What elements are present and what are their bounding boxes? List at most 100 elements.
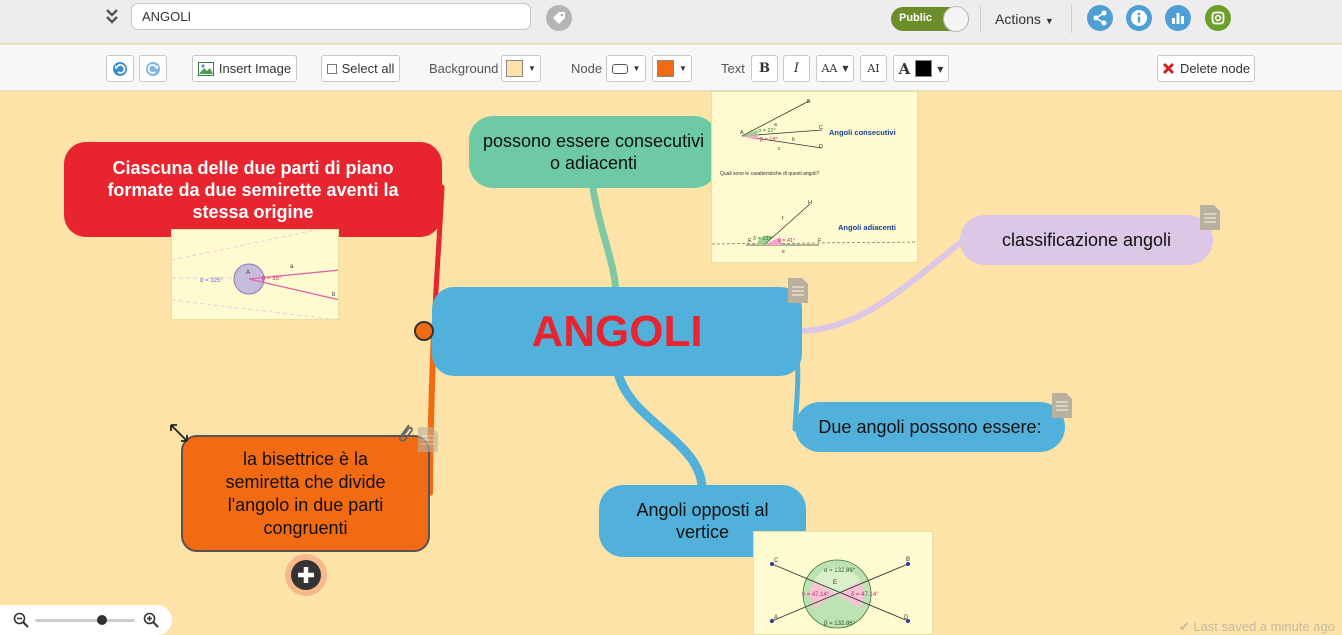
toggle-knob [943, 6, 969, 32]
select-all-button[interactable]: Select all [321, 55, 400, 82]
adjacent-point-f: F [818, 238, 822, 244]
save-status: ✔ Last saved a minute ago [1179, 619, 1335, 635]
node-drag-handle[interactable] [414, 321, 434, 341]
double-chevron-down-icon[interactable] [102, 8, 122, 30]
note-icon[interactable] [788, 278, 808, 303]
zoom-slider-track[interactable] [35, 619, 135, 622]
adjacent-point-h: H [808, 200, 812, 206]
undo-icon [113, 61, 127, 76]
present-icon[interactable] [1205, 5, 1231, 31]
adjacent-delta: δ = 139° [753, 236, 774, 242]
delete-node-label: Delete node [1179, 61, 1251, 76]
link-opposite [613, 368, 707, 492]
central-node-label: ANGOLI [531, 306, 703, 356]
central-node[interactable]: ANGOLI [432, 287, 802, 376]
node-color-picker[interactable]: ▼ [652, 55, 692, 82]
map-title-input[interactable] [131, 3, 531, 30]
public-toggle[interactable]: Public [891, 6, 969, 32]
consecutive-question: Quali sono le caratteristiche di questi … [720, 171, 819, 177]
adjacent-title: Angoli adiacenti [838, 223, 896, 232]
zoom-slider-handle[interactable] [97, 615, 107, 625]
text-color-swatch [915, 60, 933, 77]
consecutive-image[interactable]: A B C D a b c α = 22° β = 18° Angoli con… [711, 91, 918, 263]
caret-down-icon: ▼ [842, 64, 849, 73]
definition-node-label: Ciascuna delle due parti di piano format… [107, 157, 399, 222]
node-shape-swatch [611, 63, 628, 74]
zoom-out-icon[interactable] [13, 612, 29, 628]
paperclip-icon[interactable] [394, 421, 416, 447]
bold-glyph: B [759, 61, 770, 76]
node-shape-picker[interactable]: ▼ [606, 55, 646, 82]
definition-beta: β = 35° [262, 276, 282, 282]
background-color-picker[interactable]: ▼ [501, 55, 541, 82]
definition-vertex: A [246, 270, 250, 276]
consecutive-title: Angoli consecutivi [829, 128, 896, 137]
stats-icon[interactable] [1165, 5, 1191, 31]
bisector-node[interactable]: la bisettrice è la semiretta che divide … [181, 435, 430, 552]
classification-node[interactable]: classificazione angoli [960, 215, 1213, 265]
opposite-gamma: γ = 47.14° [802, 592, 830, 598]
mindmap-canvas[interactable]: ANGOLI Ciascuna delle due parti di piano… [0, 91, 1342, 635]
consecutive-point-d: D [819, 144, 823, 150]
bisector-node-label: la bisettrice è la semiretta che divide … [225, 448, 386, 538]
node-color-swatch [657, 60, 675, 77]
opposite-beta: β = 132.86° [824, 621, 856, 627]
opposite-image[interactable]: C B A D E α = 132.86° β = 132.86° γ = 47… [753, 531, 933, 635]
definition-node[interactable]: Ciascuna delle due parti di piano format… [64, 142, 442, 237]
caret-down-icon: ▼ [632, 64, 641, 73]
consecutive-ray-b: b [792, 137, 795, 143]
info-icon[interactable] [1126, 5, 1152, 31]
opposite-point-d: D [904, 615, 909, 621]
zoom-in-icon[interactable] [143, 612, 159, 628]
note-icon[interactable] [418, 427, 438, 452]
two-angles-node[interactable]: Due angoli possono essere: [795, 402, 1065, 452]
definition-image[interactable]: α = 325° β = 35° A a b [171, 229, 339, 320]
top-bar: Public Actions ▼ [0, 0, 1342, 44]
image-icon [197, 61, 214, 76]
select-all-checkbox [326, 63, 337, 74]
text-color-picker[interactable]: A ▼ [893, 55, 949, 82]
background-label: Background [429, 61, 499, 76]
opposite-point-c: C [774, 558, 779, 564]
consecutive-ray-c: c [778, 146, 781, 152]
opposite-point-b: B [906, 557, 910, 563]
background-swatch [506, 60, 524, 77]
adjacent-point-e: E [748, 238, 752, 244]
consecutive-node[interactable]: possono essere consecutivi o adiacenti [469, 116, 718, 188]
opposite-point-e: E [833, 580, 837, 586]
italic-button[interactable]: I [783, 55, 810, 82]
redo-button[interactable] [139, 55, 167, 82]
tag-icon[interactable] [546, 5, 572, 31]
undo-button[interactable] [106, 55, 134, 82]
definition-ray-a: a [290, 264, 294, 270]
note-icon[interactable] [1052, 393, 1072, 418]
consecutive-point-b: B [807, 99, 811, 105]
delete-node-button[interactable]: Delete node [1157, 55, 1255, 82]
divider [1071, 5, 1072, 33]
share-icon[interactable] [1087, 5, 1113, 31]
adjacent-ray-f: f [782, 216, 784, 222]
delete-x-icon [1162, 62, 1174, 75]
bold-button[interactable]: B [751, 55, 778, 82]
italic-glyph: I [793, 61, 800, 76]
add-node-button[interactable] [285, 554, 327, 596]
text-case-button[interactable]: AI [860, 55, 887, 82]
note-icon[interactable] [1200, 205, 1220, 230]
caret-down-icon: ▼ [1044, 16, 1054, 26]
caret-down-icon: ▼ [937, 63, 944, 74]
two-angles-node-label: Due angoli possono essere: [818, 416, 1042, 437]
resize-icon[interactable] [168, 422, 190, 444]
definition-alpha: α = 325° [200, 278, 223, 284]
public-toggle-label: Public [899, 12, 933, 24]
font-size-picker[interactable]: AA ▼ [816, 55, 854, 82]
consecutive-point-a: A [740, 130, 744, 136]
actions-menu[interactable]: Actions ▼ [995, 11, 1054, 27]
insert-image-label: Insert Image [218, 61, 292, 76]
insert-image-button[interactable]: Insert Image [192, 55, 297, 82]
opposite-point-a: A [774, 615, 778, 621]
consecutive-point-c: C [819, 125, 823, 131]
font-size-glyph: AA [821, 62, 838, 75]
node-label: Node [571, 61, 603, 76]
plus-icon [291, 560, 321, 590]
select-all-label: Select all [341, 61, 395, 76]
